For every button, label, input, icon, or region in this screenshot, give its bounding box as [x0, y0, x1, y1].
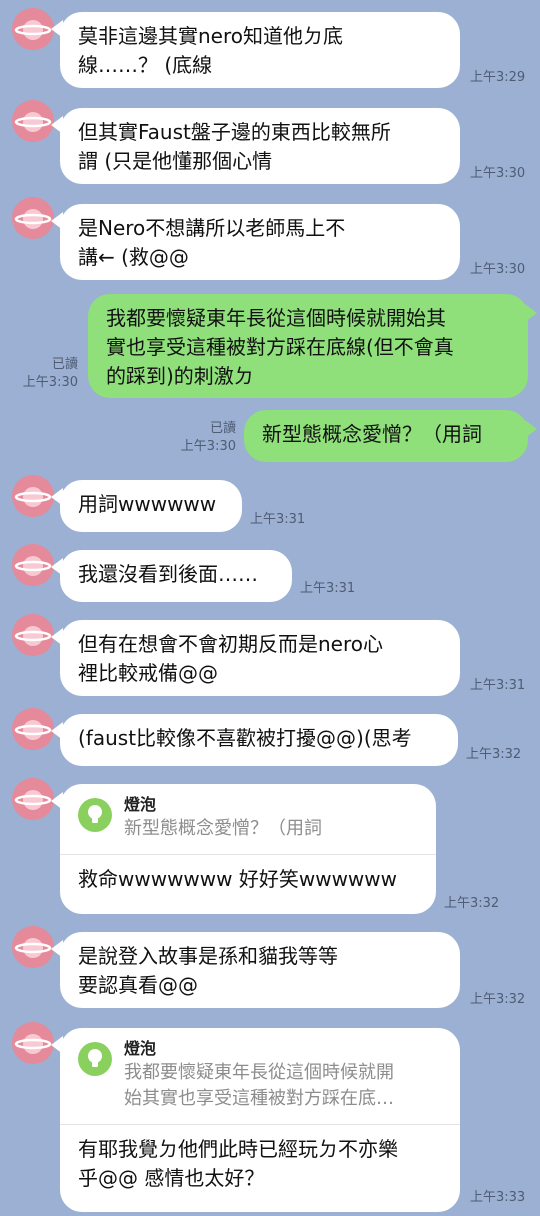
message-bubble[interactable]: 新型態概念愛憎？（用詞: [244, 410, 537, 462]
message-text-line: 裡比較戒備@@: [78, 661, 218, 685]
message-bubble[interactable]: 莫非這邊其實nero知道他ㄉ底 線……？ (底線: [51, 12, 460, 88]
message-bubble[interactable]: 燈泡 我都要懷疑東年長從這個時候就開 始其實也享受這種被對方踩在底… 有耶我覺ㄉ…: [51, 1028, 460, 1212]
message-text-line: 新型態概念愛憎？（用詞: [262, 422, 482, 446]
read-receipt: 已讀 上午3:30: [170, 420, 236, 456]
message-text-line: 我還沒看到後面……: [78, 562, 258, 586]
avatar[interactable]: [12, 197, 54, 239]
message-text-line: 實也享受這種被對方踩在底線(但不會真: [106, 335, 454, 359]
message-bubble[interactable]: (faust比較像不喜歡被打擾@@)(思考: [51, 714, 458, 766]
planet-icon: [12, 778, 54, 820]
reply-quote-text: 我都要懷疑東年長從這個時候就開: [124, 1062, 394, 1083]
reply-sender-name: 燈泡: [124, 795, 157, 814]
avatar[interactable]: [12, 614, 54, 656]
message-text-line: 但其實Faust盤子邊的東西比較無所: [78, 120, 391, 144]
message-text-line: 要認真看@@: [78, 973, 198, 997]
reply-quote[interactable]: 燈泡 新型態概念愛憎？（用詞: [60, 794, 436, 855]
message-time: 上午3:33: [470, 1190, 526, 1205]
message-text-line: 有耶我覺ㄉ他們此時已經玩ㄉ不亦樂: [78, 1137, 398, 1161]
reply-quote-text: 始其實也享受這種被對方踩在底…: [124, 1088, 394, 1109]
message-time: 上午3:32: [466, 747, 522, 762]
message-text-line: 救命wwwwwww 好好笑wwwwww: [78, 867, 398, 891]
planet-icon: [12, 708, 54, 750]
bulb-avatar-icon: [78, 798, 112, 832]
message-text-line: 乎@@ 感情也太好？: [78, 1166, 265, 1190]
avatar[interactable]: [12, 1022, 54, 1064]
avatar[interactable]: [12, 708, 54, 750]
message-bubble[interactable]: 用詞wwwwww: [51, 480, 242, 532]
avatar[interactable]: [12, 544, 54, 586]
planet-icon: [12, 544, 54, 586]
message-text-line: 的踩到)的刺激ㄉ: [106, 364, 254, 388]
message-text-line: 講← (救@@: [78, 245, 189, 269]
message-time: 上午3:32: [470, 992, 526, 1007]
message-time: 上午3:29: [470, 70, 526, 85]
bulb-avatar-icon: [78, 1042, 112, 1076]
message-time: 上午3:31: [470, 678, 526, 693]
message-text-line: 線……？ (底線: [78, 53, 213, 77]
message-text-line: 用詞wwwwww: [78, 492, 217, 516]
message-time: 上午3:31: [250, 512, 306, 527]
read-label: 已讀: [51, 357, 78, 372]
message-text-line: (faust比較像不喜歡被打擾@@)(思考: [78, 726, 412, 750]
chat-screen: { "colors": {"background":"#9bb0d3","inc…: [0, 0, 540, 1216]
planet-icon: [12, 100, 54, 142]
message-time: 上午3:32: [444, 896, 500, 911]
message-bubble[interactable]: 燈泡 新型態概念愛憎？（用詞 救命wwwwwww 好好笑wwwwww: [51, 784, 436, 914]
message-bubble[interactable]: 我還沒看到後面……: [51, 550, 292, 602]
avatar[interactable]: [12, 926, 54, 968]
planet-icon: [12, 1022, 54, 1064]
read-receipt: 已讀 上午3:30: [20, 356, 78, 392]
message-bubble[interactable]: 但有在想會不會初期反而是nero心 裡比較戒備@@: [51, 620, 460, 696]
planet-icon: [12, 197, 54, 239]
message-bubble[interactable]: 是說登入故事是孫和貓我等等 要認真看@@: [51, 932, 460, 1008]
message-time: 上午3:30: [180, 439, 236, 454]
planet-icon: [12, 614, 54, 656]
message-text-line: 我都要懷疑東年長從這個時候就開始其: [106, 306, 446, 330]
message-bubble[interactable]: 我都要懷疑東年長從這個時候就開始其 實也享受這種被對方踩在底線(但不會真 的踩到…: [88, 294, 537, 398]
planet-icon: [12, 475, 54, 517]
message-time: 上午3:30: [470, 262, 526, 277]
read-label: 已讀: [209, 421, 236, 436]
message-time: 上午3:30: [470, 166, 526, 181]
message-text-line: 是說登入故事是孫和貓我等等: [78, 944, 338, 968]
message-bubble[interactable]: 但其實Faust盤子邊的東西比較無所 謂 (只是他懂那個心情: [51, 108, 460, 184]
reply-sender-name: 燈泡: [124, 1039, 157, 1058]
avatar[interactable]: [12, 475, 54, 517]
message-time: 上午3:30: [22, 375, 78, 390]
planet-icon: [12, 8, 54, 50]
reply-quote-text: 新型態概念愛憎？（用詞: [124, 818, 322, 839]
avatar[interactable]: [12, 778, 54, 820]
message-text-line: 是Nero不想講所以老師馬上不: [78, 216, 346, 240]
message-bubble[interactable]: 是Nero不想講所以老師馬上不 講← (救@@: [51, 204, 460, 280]
reply-quote[interactable]: 燈泡 我都要懷疑東年長從這個時候就開 始其實也享受這種被對方踩在底…: [60, 1038, 460, 1125]
message-text-line: 但有在想會不會初期反而是nero心: [78, 632, 383, 656]
avatar[interactable]: [12, 8, 54, 50]
planet-icon: [12, 926, 54, 968]
avatar[interactable]: [12, 100, 54, 142]
message-text-line: 莫非這邊其實nero知道他ㄉ底: [78, 24, 343, 48]
message-time: 上午3:31: [300, 581, 356, 596]
message-text-line: 謂 (只是他懂那個心情: [78, 149, 273, 173]
